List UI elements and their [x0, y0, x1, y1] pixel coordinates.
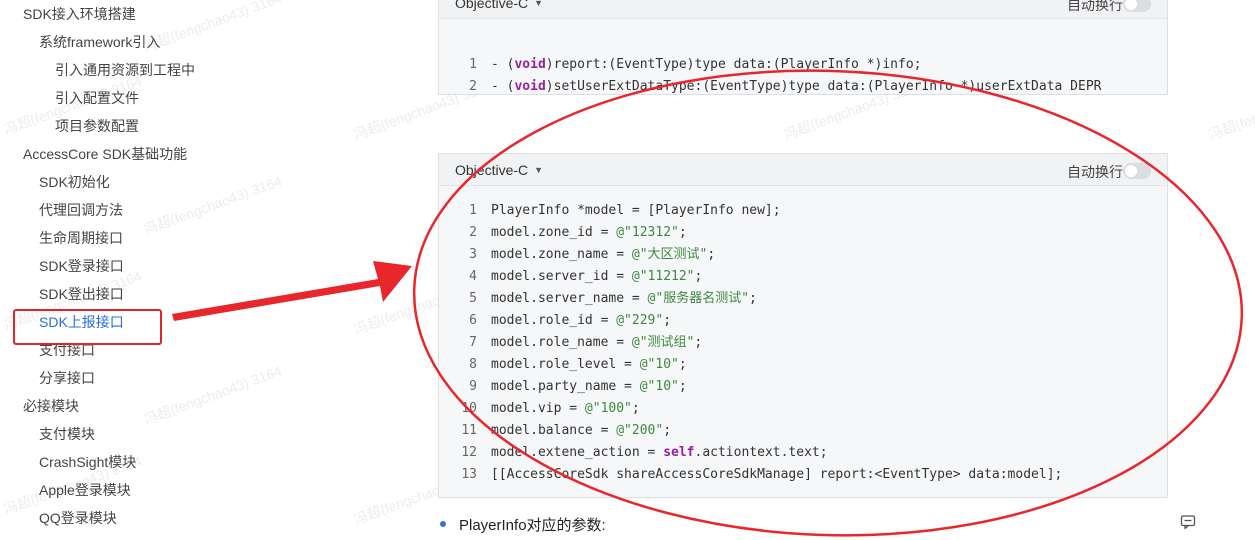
code-text: PlayerInfo *model = [PlayerInfo new];: [491, 203, 781, 218]
sidebar-item-crashsight[interactable]: CrashSight模块: [39, 448, 136, 476]
sidebar-item-sdk-init[interactable]: SDK初始化: [39, 168, 110, 196]
code-line: 2 - (void)setUserExtDataType:(EventType)t…: [439, 54, 1167, 94]
code-text: model.party_name = @"10";: [491, 379, 687, 394]
code-block-signature: Objective-C ▼ 自动换行 1- (void)report:(Event…: [438, 0, 1168, 95]
code-line: 13 [[AccessCoreSdk shareAccessCoreSdkMana…: [439, 464, 1167, 486]
code-text: model.zone_id = @"12312";: [491, 225, 687, 240]
line-number: 13: [461, 467, 477, 482]
sidebar-item-sdk-env-setup[interactable]: SDK接入环境搭建: [23, 0, 136, 28]
sidebar-item-lifecycle[interactable]: 生命周期接口: [39, 224, 123, 252]
sidebar-item-accesscore-basics[interactable]: AccessCore SDK基础功能: [23, 140, 187, 168]
caret-down-icon: ▼: [534, 0, 544, 8]
line-number: 12: [461, 445, 477, 460]
sidebar-item-import-resources[interactable]: 引入通用资源到工程中: [55, 56, 195, 84]
code-line: 12 model.extene_action = self.actiontext.…: [439, 442, 1167, 464]
line-number: 7: [469, 335, 477, 350]
caret-down-icon: ▼: [534, 165, 544, 175]
bullet-dot: [440, 521, 446, 527]
wrap-label: 自动换行: [1067, 164, 1123, 180]
language-selector[interactable]: Objective-C ▼: [455, 162, 543, 178]
sidebar-item-system-framework[interactable]: 系统framework引入: [39, 28, 160, 56]
sidebar-item-payment-module[interactable]: 支付模块: [39, 420, 95, 448]
sidebar-nav: SDK接入环境搭建 系统framework引入 引入通用资源到工程中 引入配置文…: [0, 0, 300, 540]
code-text: [[AccessCoreSdk shareAccessCoreSdkManage…: [491, 467, 1063, 482]
code-line: 6 model.role_id = @"229";: [439, 310, 1167, 332]
code-line: 1 PlayerInfo *model = [PlayerInfo new];: [439, 200, 1167, 222]
wrap-toggle[interactable]: [1123, 0, 1151, 12]
sidebar-item-project-params[interactable]: 项目参数配置: [55, 112, 139, 140]
code-line: 11 model.balance = @"200";: [439, 420, 1167, 442]
sidebar-item-qq-login[interactable]: QQ登录模块: [39, 504, 117, 532]
code-block-header: Objective-C ▼ 自动换行: [439, 0, 1167, 19]
sidebar-item-apple-login[interactable]: Apple登录模块: [39, 476, 131, 504]
code-text: model.role_level = @"10";: [491, 357, 687, 372]
code-line: 4 model.server_id = @"11212";: [439, 266, 1167, 288]
code-text: model.vip = @"100";: [491, 401, 640, 416]
code-text: - (void)setUserExtDataType:(EventType)ty…: [491, 79, 1102, 94]
code-line: 3 model.zone_name = @"大区测试";: [439, 244, 1167, 266]
code-block-header: Objective-C ▼ 自动换行: [439, 154, 1167, 186]
code-text: model.zone_name = @"大区测试";: [491, 247, 716, 262]
line-number: 10: [461, 401, 477, 416]
code-line: 5 model.server_name = @"服务器名测试";: [439, 288, 1167, 310]
bullet-text: PlayerInfo对应的参数:: [459, 517, 606, 534]
code-text: model.role_name = @"测试组";: [491, 335, 703, 350]
line-number: 4: [469, 269, 477, 284]
sidebar-item-share-api[interactable]: 分享接口: [39, 364, 95, 392]
code-text: model.extene_action = self.actiontext.te…: [491, 445, 828, 460]
code-line: 10 model.vip = @"100";: [439, 398, 1167, 420]
comment-icon[interactable]: [1180, 514, 1196, 530]
language-selector[interactable]: Objective-C ▼: [455, 0, 543, 11]
line-number: 3: [469, 247, 477, 262]
line-number: 11: [461, 423, 477, 438]
code-text: model.server_id = @"11212";: [491, 269, 703, 284]
code-text: model.role_id = @"229";: [491, 313, 672, 328]
code-line: 1- (void)report:(EventType)type data:(Pl…: [439, 32, 1167, 72]
bullet-item: PlayerInfo对应的参数:: [440, 514, 606, 535]
toggle-knob: [1125, 165, 1137, 177]
sidebar-item-required-modules[interactable]: 必接模块: [23, 392, 79, 420]
line-number: 6: [469, 313, 477, 328]
language-label: Objective-C: [455, 162, 529, 178]
line-number: 2: [469, 225, 477, 240]
code-text: model.balance = @"200";: [491, 423, 672, 438]
sidebar-item-sdk-login[interactable]: SDK登录接口: [39, 252, 124, 280]
line-number: 1: [469, 203, 477, 218]
sidebar-item-sdk-logout[interactable]: SDK登出接口: [39, 280, 124, 308]
watermark: 冯超(fengchao43) 3164: [1206, 78, 1255, 143]
code-text: model.server_name = @"服务器名测试";: [491, 291, 757, 306]
sidebar-item-delegate-callbacks[interactable]: 代理回调方法: [39, 196, 123, 224]
line-number: 8: [469, 357, 477, 372]
annotation-highlight-box: [13, 309, 162, 345]
code-line: 7 model.role_name = @"测试组";: [439, 332, 1167, 354]
wrap-toggle[interactable]: [1123, 163, 1151, 179]
code-block-example: Objective-C ▼ 自动换行 1 PlayerInfo *model = […: [438, 153, 1168, 498]
code-line: 2 model.zone_id = @"12312";: [439, 222, 1167, 244]
wrap-label: 自动换行: [1067, 0, 1123, 13]
line-number: 9: [469, 379, 477, 394]
code-line: 8 model.role_level = @"10";: [439, 354, 1167, 376]
language-label: Objective-C: [455, 0, 529, 11]
toggle-knob: [1125, 0, 1137, 10]
sidebar-item-import-config[interactable]: 引入配置文件: [55, 84, 139, 112]
line-number: 5: [469, 291, 477, 306]
line-number: 2: [469, 79, 477, 94]
code-line: 9 model.party_name = @"10";: [439, 376, 1167, 398]
